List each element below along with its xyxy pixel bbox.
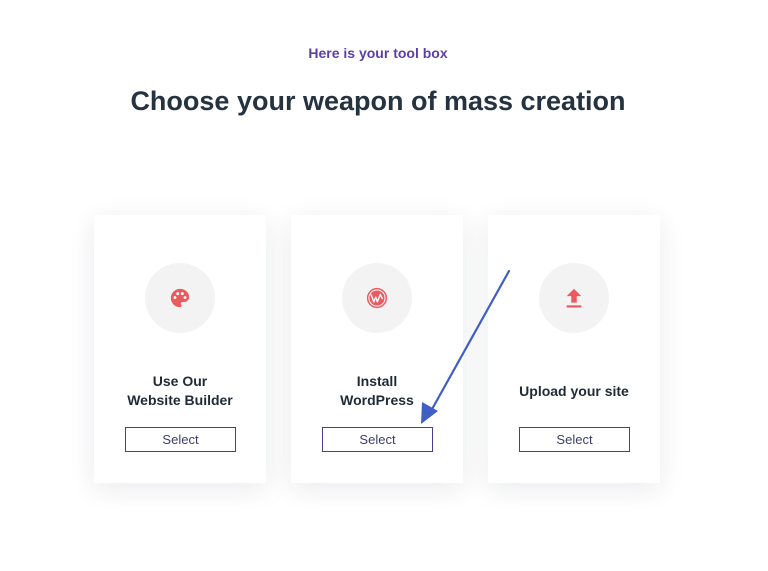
select-upload-site-button[interactable]: Select — [519, 427, 630, 452]
icon-circle — [342, 263, 412, 333]
select-install-wordpress-button[interactable]: Select — [322, 427, 433, 452]
card-website-builder: Use Our Website Builder Select — [94, 215, 266, 483]
page-title: Choose your weapon of mass creation — [130, 86, 626, 116]
toolbox-kicker: Here is your tool box — [308, 45, 448, 61]
select-website-builder-button[interactable]: Select — [125, 427, 236, 452]
icon-circle — [539, 263, 609, 333]
wordpress-icon — [366, 287, 388, 309]
card-install-wordpress: Install WordPress Select — [291, 215, 463, 483]
card-upload-site: Upload your site Select — [488, 215, 660, 483]
palette-icon — [170, 288, 190, 308]
card-label: Install WordPress — [340, 373, 414, 408]
icon-circle — [145, 263, 215, 333]
card-label: Upload your site — [519, 382, 629, 399]
card-label: Use Our Website Builder — [127, 373, 233, 408]
upload-icon — [566, 288, 582, 308]
